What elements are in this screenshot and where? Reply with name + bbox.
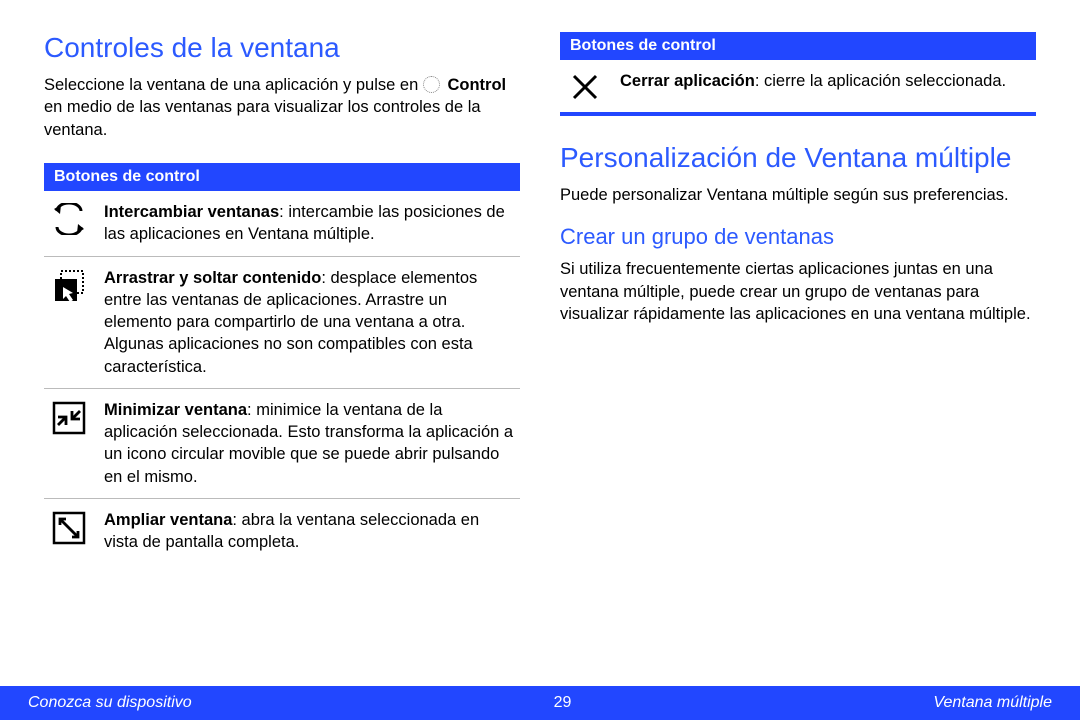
drag-drop-icon: [48, 267, 90, 378]
table-header-right: Botones de control: [560, 32, 1036, 60]
table-header-left: Botones de control: [44, 163, 520, 191]
control-rest: : cierre la aplicación seleccionada.: [755, 72, 1006, 90]
close-icon: [564, 70, 606, 102]
control-row-swap: Intercambiar ventanas: intercambie las p…: [44, 191, 520, 257]
paragraph-personalize: Puede personalizar Ventana múltiple segú…: [560, 184, 1036, 206]
control-bold: Arrastrar y soltar contenido: [104, 269, 321, 287]
section-title-right: Personalización de Ventana múltiple: [560, 142, 1036, 174]
control-row-minimize: Minimizar ventana: minimice la ventana d…: [44, 389, 520, 499]
control-row-expand: Ampliar ventana: abra la ventana selecci…: [44, 499, 520, 564]
paragraph-group: Si utiliza frecuentemente ciertas aplica…: [560, 258, 1036, 325]
control-bold: Minimizar ventana: [104, 401, 247, 419]
footer-left: Conozca su dispositivo: [28, 694, 192, 712]
control-text-expand: Ampliar ventana: abra la ventana selecci…: [104, 509, 516, 554]
section-title-left: Controles de la ventana: [44, 32, 520, 64]
swap-icon: [48, 201, 90, 246]
control-circle-icon: [423, 76, 440, 93]
control-text-swap: Intercambiar ventanas: intercambie las p…: [104, 201, 516, 246]
control-bold: Intercambiar ventanas: [104, 203, 279, 221]
control-bold: Ampliar ventana: [104, 511, 232, 529]
intro-bold: Control: [447, 76, 506, 94]
control-row-close: Cerrar aplicación: cierre la aplicación …: [560, 60, 1036, 116]
control-text-dragdrop: Arrastrar y soltar contenido: desplace e…: [104, 267, 516, 378]
control-text-minimize: Minimizar ventana: minimice la ventana d…: [104, 399, 516, 488]
page-footer: Conozca su dispositivo 29 Ventana múltip…: [0, 686, 1080, 720]
minimize-icon: [48, 399, 90, 488]
control-bold: Cerrar aplicación: [620, 72, 755, 90]
expand-icon: [48, 509, 90, 554]
intro-text-pre: Seleccione la ventana de una aplicación …: [44, 76, 423, 94]
control-text-close: Cerrar aplicación: cierre la aplicación …: [620, 70, 1032, 102]
footer-right: Ventana múltiple: [933, 694, 1052, 712]
intro-paragraph: Seleccione la ventana de una aplicación …: [44, 74, 520, 141]
intro-text-post: en medio de las ventanas para visualizar…: [44, 98, 481, 138]
subsection-title: Crear un grupo de ventanas: [560, 224, 1036, 250]
footer-page-number: 29: [554, 694, 572, 712]
control-row-dragdrop: Arrastrar y soltar contenido: desplace e…: [44, 257, 520, 389]
